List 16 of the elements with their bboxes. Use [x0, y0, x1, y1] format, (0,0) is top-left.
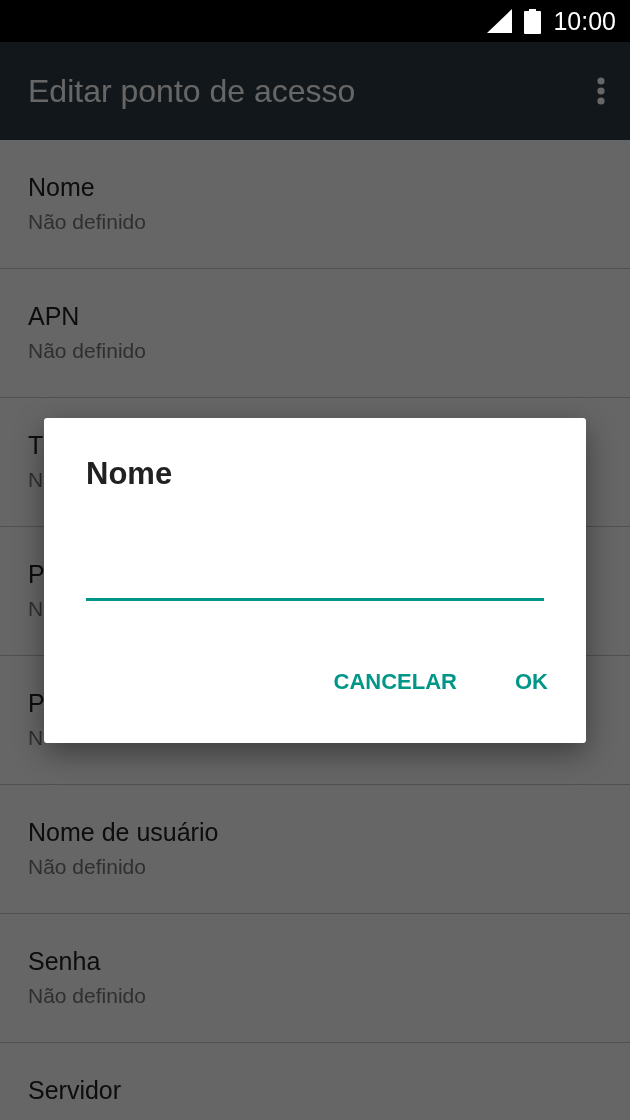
setting-title: Nome — [28, 172, 95, 203]
setting-title: T — [28, 430, 44, 461]
more-options-icon[interactable] — [596, 77, 606, 105]
battery-icon — [524, 8, 542, 34]
dialog-button[interactable]: CANCELAR — [319, 659, 471, 705]
dialog-title: Nome — [86, 456, 173, 492]
screen-title: Editar ponto de acesso — [28, 72, 356, 110]
setting-title: Senha — [28, 946, 101, 977]
clock: 10:00 — [553, 6, 616, 36]
setting-title: P — [28, 559, 45, 590]
dialog-button[interactable]: OK — [501, 659, 562, 705]
setting-title: APN — [28, 301, 80, 332]
setting-title: P — [28, 688, 45, 719]
signal-icon — [487, 9, 513, 33]
setting-title: Nome de usuário — [28, 817, 219, 848]
setting-title: Servidor — [28, 1075, 122, 1106]
